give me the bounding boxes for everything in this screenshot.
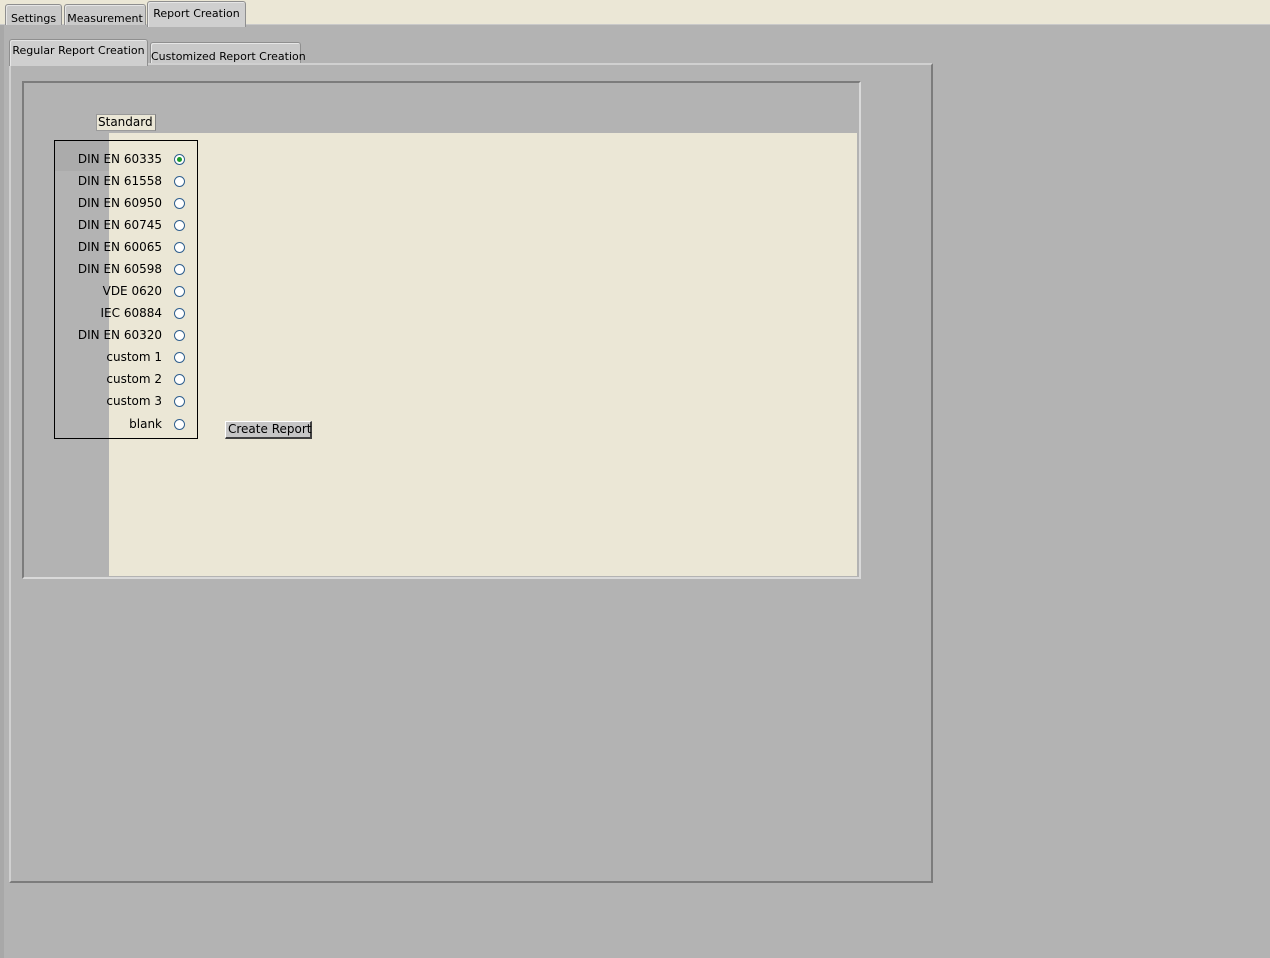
tab-customized-report-creation[interactable]: Customized Report Creation xyxy=(150,42,306,64)
standard-option-label: DIN EN 60065 xyxy=(77,240,162,254)
standard-option[interactable]: DIN EN 60335 xyxy=(55,149,197,171)
standard-option[interactable]: DIN EN 60745 xyxy=(55,215,197,237)
radio-button[interactable] xyxy=(174,352,185,363)
standard-option-label: IEC 60884 xyxy=(100,306,163,320)
standard-label: Standard xyxy=(96,114,156,131)
standard-option[interactable]: custom 1 xyxy=(55,347,197,369)
standard-option-label: custom 2 xyxy=(106,372,162,386)
standard-option-label: VDE 0620 xyxy=(102,284,162,298)
tab-regular-report-creation[interactable]: Regular Report Creation xyxy=(9,39,148,66)
standard-option[interactable]: VDE 0620 xyxy=(55,281,197,303)
standard-option[interactable]: DIN EN 60598 xyxy=(55,259,197,281)
standard-option[interactable]: blank xyxy=(55,414,197,436)
create-report-button[interactable]: Create Report xyxy=(225,421,312,439)
standard-option-label: custom 3 xyxy=(106,394,162,408)
standard-option[interactable]: DIN EN 60320 xyxy=(55,325,197,347)
standard-radio-group: DIN EN 60335 DIN EN 61558 DIN EN 60950 DIN … xyxy=(54,140,198,439)
report-content-area xyxy=(109,133,857,576)
standard-option-label: custom 1 xyxy=(106,350,162,364)
radio-button[interactable] xyxy=(174,419,185,430)
standard-option[interactable]: custom 3 xyxy=(55,391,197,413)
standard-option[interactable]: IEC 60884 xyxy=(55,303,197,325)
standard-option[interactable]: DIN EN 61558 xyxy=(55,171,197,193)
tab-report-creation[interactable]: Report Creation xyxy=(147,1,246,27)
standard-option-label: DIN EN 61558 xyxy=(77,174,162,188)
radio-button[interactable] xyxy=(174,176,185,187)
radio-button[interactable] xyxy=(174,220,185,231)
radio-selected-dot xyxy=(177,157,182,162)
standard-option[interactable]: DIN EN 60065 xyxy=(55,237,197,259)
window-left-edge xyxy=(0,25,4,958)
radio-button[interactable] xyxy=(174,396,185,407)
tab-settings[interactable]: Settings xyxy=(5,4,62,25)
standard-option-label: blank xyxy=(129,417,162,431)
radio-button[interactable] xyxy=(174,242,185,253)
standard-option-label: DIN EN 60950 xyxy=(77,196,162,210)
standard-option-label: DIN EN 60598 xyxy=(77,262,162,276)
radio-button[interactable] xyxy=(174,286,185,297)
radio-button[interactable] xyxy=(174,198,185,209)
standard-option[interactable]: DIN EN 60950 xyxy=(55,193,197,215)
standard-option-label: DIN EN 60320 xyxy=(77,328,162,342)
radio-button[interactable] xyxy=(174,264,185,275)
standard-option-label: DIN EN 60335 xyxy=(77,152,162,166)
tab-measurement[interactable]: Measurement xyxy=(64,4,146,25)
radio-button[interactable] xyxy=(174,330,185,341)
standard-option-label: DIN EN 60745 xyxy=(77,218,162,232)
radio-button[interactable] xyxy=(174,374,185,385)
radio-button[interactable] xyxy=(174,308,185,319)
radio-button[interactable] xyxy=(174,154,185,165)
standard-option[interactable]: custom 2 xyxy=(55,369,197,391)
